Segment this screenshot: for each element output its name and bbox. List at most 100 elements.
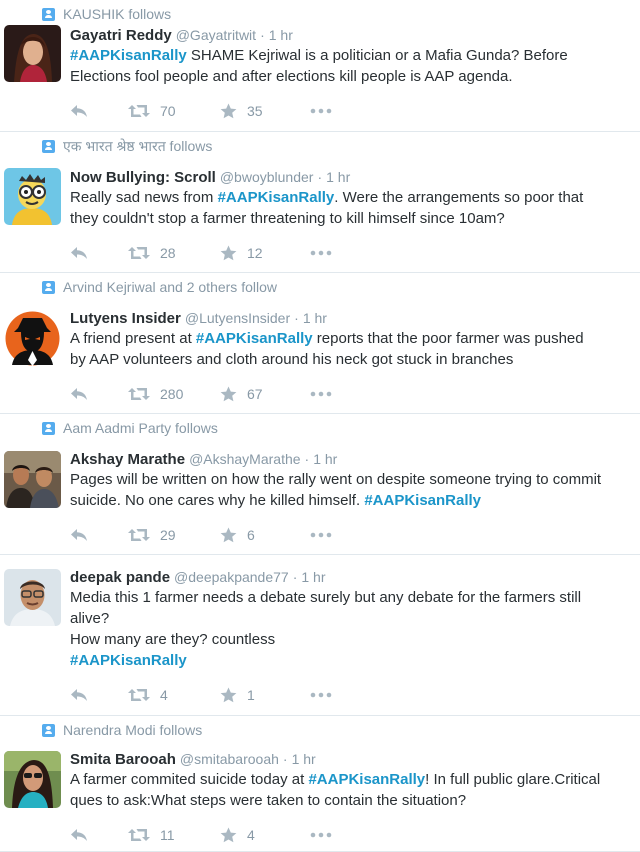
hashtag-link[interactable]: #AAPKisanRally	[70, 47, 187, 64]
author-name[interactable]: Now Bullying: Scroll	[70, 169, 216, 186]
more-dots-icon	[310, 102, 332, 118]
retweet-icon	[128, 385, 150, 401]
tweet-header: Smita Barooah @smitabarooah · 1 hr	[70, 749, 316, 769]
favorite-button[interactable]: 12	[220, 242, 263, 262]
favorite-button[interactable]: 6	[220, 524, 255, 544]
more-button[interactable]	[310, 824, 332, 844]
reply-button[interactable]	[70, 524, 88, 544]
star-icon	[220, 102, 237, 119]
follow-context: Aam Aadmi Party follows	[42, 420, 218, 437]
retweet-icon	[128, 102, 150, 118]
tweet-card[interactable]: KAUSHIK follows Gayatri Reddy @Gayatritwit…	[0, 0, 640, 132]
separator-dot: ·	[304, 451, 310, 467]
tweet-text: A friend present at #AAPKisanRally repor…	[70, 328, 640, 370]
tweet-card[interactable]: Arvind Kejriwal and 2 others follow Lutye…	[0, 273, 640, 414]
tweet-card[interactable]: Narendra Modi follows Smita Barooah @smita…	[0, 716, 640, 852]
retweet-button[interactable]: 4	[128, 684, 168, 704]
separator-dot: ·	[317, 169, 323, 185]
tweet-text-segment: A farmer commited suicide today at	[70, 771, 309, 788]
author-name[interactable]: deepak pande	[70, 569, 170, 586]
timestamp[interactable]: 1 hr	[269, 27, 293, 43]
tweet-card[interactable]: एक भारत श्रेष्ठ भारत follows Now Bullying…	[0, 132, 640, 273]
tweet-text-segment: reports that the poor farmer was pushed	[312, 330, 584, 347]
favorite-button[interactable]: 1	[220, 684, 255, 704]
retweet-icon	[128, 526, 150, 542]
favorite-count: 67	[247, 386, 263, 403]
tweet-text-segment: Pages will be written on how the rally w…	[70, 471, 602, 488]
favorite-button[interactable]: 35	[220, 100, 263, 120]
retweet-button[interactable]: 280	[128, 383, 183, 403]
author-handle[interactable]: @Gayatritwit	[176, 27, 256, 43]
tweet-text: #AAPKisanRally SHAME Kejriwal is a polit…	[70, 45, 640, 87]
timestamp[interactable]: 1 hr	[326, 169, 350, 185]
follow-context-label: Narendra Modi follows	[63, 722, 203, 738]
avatar[interactable]	[4, 451, 61, 508]
author-name[interactable]: Gayatri Reddy	[70, 27, 172, 44]
follow-context-label: एक भारत श्रेष्ठ भारत follows	[63, 138, 213, 154]
retweet-button[interactable]: 11	[128, 824, 175, 844]
tweet-text: Really sad news from #AAPKisanRally. Wer…	[70, 187, 640, 229]
hashtag-link[interactable]: #AAPKisanRally	[196, 330, 313, 347]
star-icon	[220, 686, 237, 703]
tweet-card[interactable]: Aam Aadmi Party follows Akshay Marathe @Ak…	[0, 414, 640, 555]
author-handle[interactable]: @AkshayMarathe	[189, 451, 300, 467]
more-button[interactable]	[310, 524, 332, 544]
tweet-text-segment: . Were the arrangements so poor that	[334, 189, 584, 206]
tweet-text: Media this 1 farmer needs a debate surel…	[70, 587, 640, 671]
hashtag-link[interactable]: #AAPKisanRally	[364, 492, 481, 509]
retweet-button[interactable]: 70	[128, 100, 176, 120]
tweet-text-line: A farmer commited suicide today at #AAPK…	[70, 769, 640, 790]
reply-button[interactable]	[70, 383, 88, 403]
tweet-header: Gayatri Reddy @Gayatritwit · 1 hr	[70, 25, 293, 45]
author-handle[interactable]: @deepakpande77	[174, 569, 289, 585]
reply-button[interactable]	[70, 684, 88, 704]
author-name[interactable]: Lutyens Insider	[70, 310, 181, 327]
favorite-count: 35	[247, 103, 263, 120]
author-handle[interactable]: @bwoyblunder	[220, 169, 314, 185]
reply-button[interactable]	[70, 824, 88, 844]
author-name[interactable]: Akshay Marathe	[70, 451, 185, 468]
retweet-icon	[128, 244, 150, 260]
timestamp[interactable]: 1 hr	[303, 310, 327, 326]
tweet-text: Pages will be written on how the rally w…	[70, 469, 640, 511]
avatar[interactable]	[4, 751, 61, 808]
retweet-icon	[128, 826, 150, 842]
follow-context: Narendra Modi follows	[42, 722, 202, 739]
timestamp[interactable]: 1 hr	[292, 751, 316, 767]
reply-arrow-icon	[70, 826, 88, 842]
more-button[interactable]	[310, 242, 332, 262]
tweet-text-line: alive?	[70, 608, 640, 629]
author-handle[interactable]: @LutyensInsider	[185, 310, 290, 326]
timestamp[interactable]: 1 hr	[301, 569, 325, 585]
retweet-button[interactable]: 28	[128, 242, 176, 262]
separator-dot: ·	[282, 751, 288, 767]
timeline-feed: KAUSHIK follows Gayatri Reddy @Gayatritwit…	[0, 0, 640, 852]
more-button[interactable]	[310, 383, 332, 403]
tweet-text-line: Really sad news from #AAPKisanRally. Wer…	[70, 187, 640, 208]
hashtag-link[interactable]: #AAPKisanRally	[308, 771, 425, 788]
retweet-button[interactable]: 29	[128, 524, 176, 544]
more-button[interactable]	[310, 684, 332, 704]
reply-button[interactable]	[70, 100, 88, 120]
reply-button[interactable]	[70, 242, 88, 262]
follow-context: एक भारत श्रेष्ठ भारत follows	[42, 138, 212, 155]
hashtag-link[interactable]: #AAPKisanRally	[218, 189, 335, 206]
tweet-card[interactable]: deepak pande @deepakpande77 · 1 hr Media thi…	[0, 555, 640, 716]
favorite-button[interactable]: 4	[220, 824, 255, 844]
avatar[interactable]	[4, 168, 61, 225]
follow-context: Arvind Kejriwal and 2 others follow	[42, 279, 277, 296]
retweet-count: 29	[160, 527, 176, 544]
favorite-button[interactable]: 67	[220, 383, 263, 403]
avatar[interactable]	[4, 25, 61, 82]
avatar[interactable]	[4, 569, 61, 626]
hashtag-link[interactable]: #AAPKisanRally	[70, 652, 187, 669]
tweet-text-segment: ! In full public glare.Critical	[425, 771, 601, 788]
author-name[interactable]: Smita Barooah	[70, 751, 176, 768]
more-dots-icon	[310, 385, 332, 401]
tweet-header: Now Bullying: Scroll @bwoyblunder · 1 hr	[70, 167, 350, 187]
tweet-text-segment: Really sad news from	[70, 189, 218, 206]
more-button[interactable]	[310, 100, 332, 120]
avatar[interactable]	[4, 310, 61, 367]
author-handle[interactable]: @smitabarooah	[180, 751, 279, 767]
timestamp[interactable]: 1 hr	[313, 451, 337, 467]
